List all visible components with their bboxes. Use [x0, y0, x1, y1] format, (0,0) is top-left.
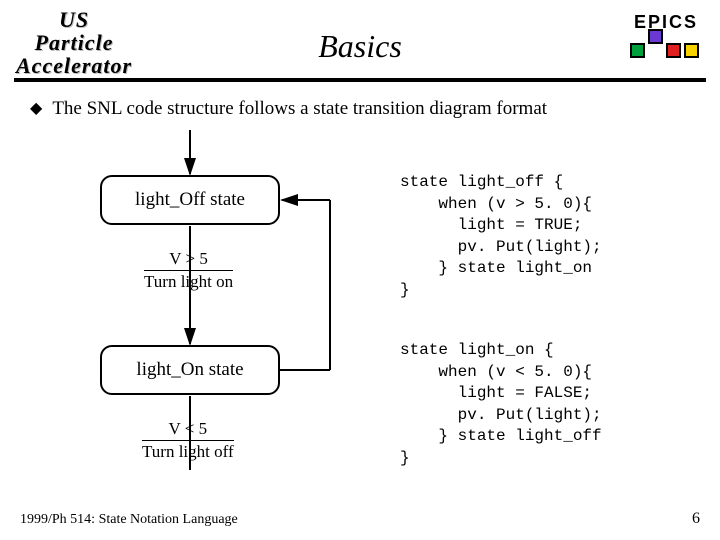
- transition-on-condition: V > 5: [144, 248, 233, 271]
- bullet-icon: ◆: [30, 98, 42, 120]
- transition-off-action: Turn light off: [142, 442, 234, 461]
- slide-title: Basics: [0, 28, 720, 65]
- transition-on: V > 5 Turn light on: [144, 248, 233, 293]
- bullet-item: ◆ The SNL code structure follows a state…: [30, 98, 547, 120]
- state-off-label: light_Off state: [135, 189, 245, 211]
- state-off-box: light_Off state: [100, 175, 280, 225]
- state-diagram: light_Off state V > 5 Turn light on ligh…: [70, 130, 350, 490]
- state-on-label: light_On state: [136, 359, 243, 381]
- page-number: 6: [692, 510, 700, 528]
- transition-on-action: Turn light on: [144, 272, 233, 291]
- state-on-box: light_On state: [100, 345, 280, 395]
- footer-left-text: 1999/Ph 514: State Notation Language: [20, 512, 238, 528]
- code-state-on: state light_on { when (v < 5. 0){ light …: [400, 340, 602, 470]
- transition-off-condition: V < 5: [142, 418, 234, 441]
- title-underline: [14, 78, 706, 82]
- code-state-off: state light_off { when (v > 5. 0){ light…: [400, 172, 602, 302]
- transition-off: V < 5 Turn light off: [142, 418, 234, 463]
- bullet-text: The SNL code structure follows a state t…: [52, 98, 547, 120]
